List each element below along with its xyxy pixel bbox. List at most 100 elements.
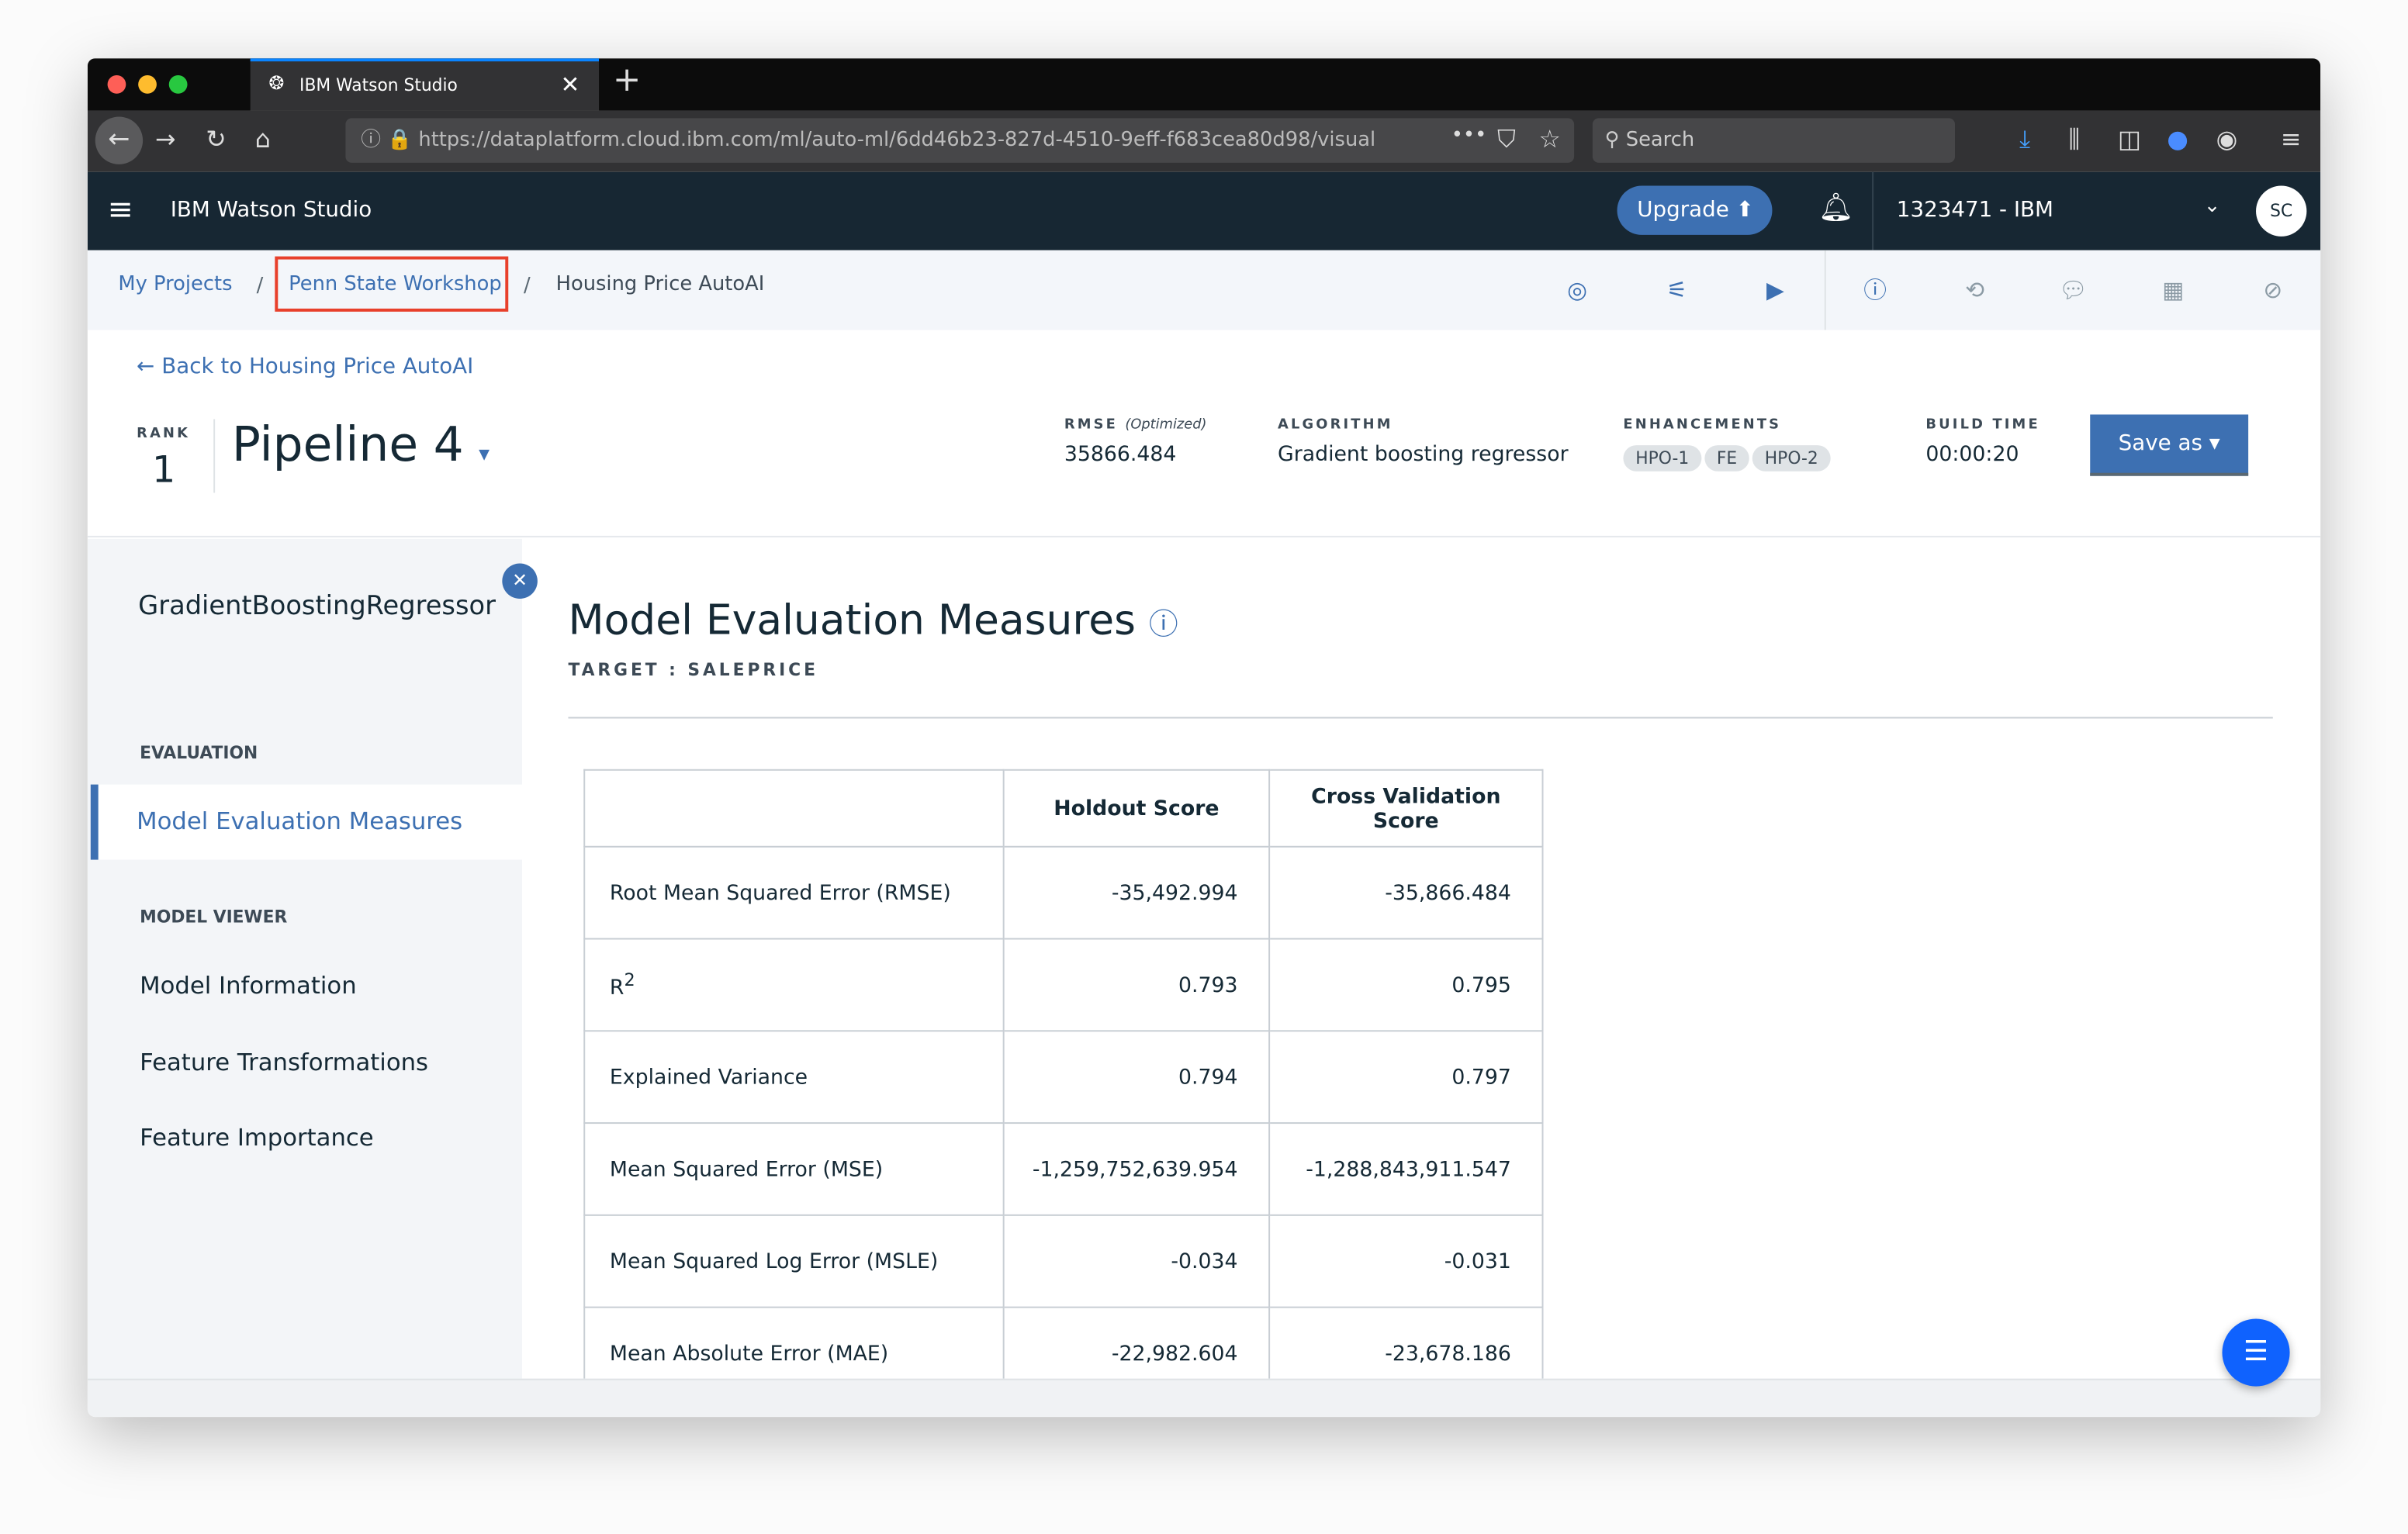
info-icon[interactable]: ⓘ (1149, 608, 1178, 642)
evaluation-header: EVALUATION (140, 743, 258, 763)
build-time-value: 00:00:20 (1925, 442, 2019, 467)
history-icon[interactable]: ⟲ (1960, 275, 1991, 306)
caret-down-icon: ▾ (479, 442, 490, 467)
breadcrumb-current: Housing Price AutoAI (555, 273, 765, 297)
rmse-qualifier: (Optimized) (1125, 417, 1207, 434)
close-window-button[interactable] (107, 75, 126, 94)
run-play-icon[interactable]: ▶ (1760, 275, 1791, 306)
pocket-icon[interactable]: ⛉ (1497, 124, 1516, 155)
cv-score: -23,678.186 (1268, 1306, 1544, 1379)
upgrade-label: Upgrade (1637, 198, 1729, 223)
close-icon[interactable]: ✕ (502, 563, 538, 599)
view-eye-icon[interactable]: ◎ (1562, 275, 1593, 306)
holdout-score: -35,492.994 (1002, 845, 1271, 940)
app-brand[interactable]: IBM Watson Studio (171, 198, 372, 223)
breadcrumb-separator: / (256, 275, 264, 299)
sidebar-item-label: Model Evaluation Measures (137, 807, 463, 835)
avatar[interactable]: SC (2256, 185, 2307, 237)
minimize-window-button[interactable] (138, 75, 157, 94)
cv-score: -1,288,843,911.547 (1268, 1122, 1544, 1216)
target-label: TARGET : SALEPRICE (568, 660, 818, 680)
grid-icon[interactable]: ▦ (2157, 275, 2188, 306)
more-icon[interactable]: ••• (1451, 124, 1487, 147)
model-viewer-header: MODEL VIEWER (140, 907, 288, 928)
sidebar-item-feature-transformations[interactable]: Feature Transformations (140, 1049, 428, 1076)
maximize-window-button[interactable] (168, 75, 188, 94)
tab-bar: ❂ IBM Watson Studio ✕ + (87, 58, 2321, 111)
evaluation-table: Holdout Score Cross Validation Score Roo… (583, 769, 1544, 1379)
table-row: Mean Squared Log Error (MSLE) -0.034 -0.03… (583, 1214, 1544, 1308)
forward-icon[interactable]: → (155, 124, 176, 154)
lock-icon: 🔒 (387, 129, 413, 152)
close-tab-icon[interactable]: ✕ (561, 71, 580, 98)
holdout-score: 0.793 (1002, 938, 1271, 1032)
pipeline-selector[interactable]: Pipeline 4 ▾ (232, 417, 490, 472)
holdout-score: -0.034 (1002, 1214, 1271, 1308)
info-icon[interactable]: ⓘ (1860, 275, 1891, 306)
sidebar-item-feature-importance[interactable]: Feature Importance (140, 1124, 374, 1152)
table-row: Root Mean Squared Error (RMSE) -35,492.99… (583, 845, 1544, 940)
back-link[interactable]: ← Back to Housing Price AutoAI (137, 354, 473, 379)
download-icon[interactable]: ⤓ (2019, 124, 2030, 155)
browser-search-input[interactable]: ⚲ Search (1592, 118, 1956, 163)
notifications-bell-icon[interactable]: 🔔︎ (1818, 192, 1853, 224)
browser-tab[interactable]: ❂ IBM Watson Studio ✕ (250, 58, 600, 111)
metric-r: R (609, 975, 624, 1000)
breadcrumb-my-projects[interactable]: My Projects (118, 273, 232, 296)
algorithm-label: ALGORITHM (1278, 417, 1393, 434)
holdout-score: -1,259,752,639.954 (1002, 1122, 1271, 1216)
metric-name: Mean Squared Log Error (MSLE) (583, 1214, 1005, 1308)
sidebar-icon[interactable]: ◫ (2118, 124, 2141, 154)
back-label: Back to Housing Price AutoAI (161, 354, 474, 379)
hamburger-menu-icon[interactable]: ≡ (108, 190, 133, 227)
url-bar[interactable]: ⓘ 🔒 https://dataplatform.cloud.ibm.com/m… (345, 118, 1575, 163)
cv-score: -0.031 (1268, 1214, 1544, 1308)
menu-icon[interactable]: ≡ (2281, 124, 2302, 154)
status-strip (87, 1378, 2321, 1418)
sidebar-item-model-information[interactable]: Model Information (140, 972, 357, 1000)
breadcrumb-separator: / (524, 275, 531, 299)
sidebar: GradientBoostingRegressor ✕ EVALUATION M… (87, 538, 538, 1379)
reload-icon[interactable]: ↻ (206, 124, 227, 154)
pipeline-title: Pipeline 4 (231, 417, 464, 473)
save-as-button[interactable]: Save as ▾ (2090, 414, 2249, 476)
cv-score: 0.795 (1268, 938, 1544, 1032)
cv-score: -35,866.484 (1268, 845, 1544, 940)
enhancement-tag: HPO-1 (1623, 445, 1702, 472)
column-header (583, 769, 1005, 848)
upgrade-button[interactable]: Upgrade ⬆ (1617, 185, 1773, 235)
account-icon[interactable]: ◉ (2216, 124, 2238, 154)
metric-name: R2 (583, 938, 1005, 1032)
settings-sliders-icon[interactable]: ⚟ (1662, 275, 1693, 306)
new-tab-icon[interactable]: + (613, 61, 641, 99)
metric-name: Mean Squared Error (MSE) (583, 1122, 1005, 1216)
page-title: Model Evaluation Measures (568, 597, 1136, 645)
account-selector[interactable]: 1323471 - IBM (1897, 198, 2053, 223)
bookmark-star-icon[interactable]: ☆ (1539, 124, 1561, 154)
library-icon[interactable]: ⫼ (2069, 124, 2081, 155)
breadcrumb: My Projects / Penn State Workshop / Hous… (87, 250, 2321, 330)
sidebar-item-model-evaluation-measures[interactable]: Model Evaluation Measures (90, 784, 523, 860)
info-icon: ⓘ (361, 129, 381, 152)
upgrade-arrow-icon: ⬆ (1735, 198, 1754, 223)
back-icon[interactable]: ← (95, 116, 144, 164)
home-icon[interactable]: ⌂ (255, 124, 271, 154)
model-title: GradientBoostingRegressor (138, 591, 496, 622)
compass-icon[interactable]: ⊘ (2258, 275, 2289, 306)
column-header-holdout: Holdout Score (1002, 769, 1271, 848)
breadcrumb-penn-state-workshop[interactable]: Penn State Workshop (289, 273, 502, 296)
arrow-left-icon: ← (137, 354, 155, 379)
build-time-label: BUILD TIME (1925, 417, 2040, 434)
zoom-extension-icon[interactable]: ● (2167, 124, 2188, 154)
enhancement-tag: HPO-2 (1752, 445, 1831, 472)
table-header-row: Holdout Score Cross Validation Score (583, 769, 1544, 848)
tab-title: IBM Watson Studio (299, 75, 458, 95)
superscript: 2 (624, 969, 635, 990)
chat-button[interactable]: ☰ (2222, 1318, 2290, 1387)
enhancements-label: ENHANCEMENTS (1623, 417, 1782, 434)
enhancement-tag: FE (1704, 445, 1750, 472)
chevron-down-icon[interactable]: ⌄ (2204, 195, 2221, 218)
algorithm-value: Gradient boosting regressor (1278, 442, 1569, 467)
comments-icon[interactable]: 💬︎ (2058, 275, 2089, 306)
holdout-score: -22,982.604 (1002, 1306, 1271, 1379)
